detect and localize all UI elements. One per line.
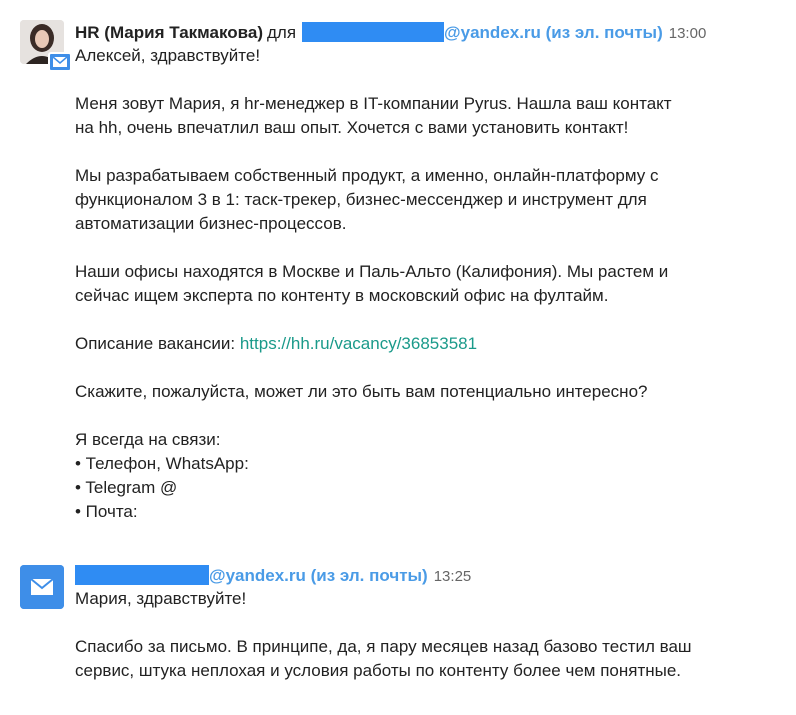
message-body: Алексей, здравствуйте! Меня зовут Мария,… (75, 44, 775, 524)
contacts-title: Я всегда на связи: (75, 430, 221, 449)
body-line: Спасибо за письмо. В принципе, да, я пар… (75, 637, 692, 656)
vacancy-link[interactable]: https://hh.ru/vacancy/36853581 (240, 334, 477, 353)
sender-name[interactable]: HR (Мария Такмакова) (75, 23, 263, 42)
body-line: Наши офисы находятся в Москве и Паль-Аль… (75, 262, 669, 281)
body-line: на hh, очень впечатлил ваш опыт. Хочется… (75, 118, 629, 137)
message-header: @yandex.ru (из эл. почты) 13:25 (75, 565, 471, 588)
message-header: HR (Мария Такмакова) для @yandex.ru (из эл… (75, 22, 706, 45)
recipient-prefix: для (266, 23, 297, 42)
body-line: Меня зовут Мария, я hr-менеджер в IT-ком… (75, 94, 672, 113)
redacted-email-block (302, 22, 445, 42)
body-line: функционалом 3 в 1: таск-трекер, бизнес-… (75, 190, 647, 209)
body-line: сервис, штука неплохая и условия работы … (75, 661, 682, 680)
body-line: автоматизации бизнес-процессов. (75, 214, 347, 233)
greeting-text: Мария, здравствуйте! (75, 589, 247, 608)
body-line: сейчас ищем эксперта по контенту в моско… (75, 286, 609, 305)
contact-email: • Почта: (75, 502, 138, 521)
message-time: 13:25 (433, 568, 472, 585)
greeting-text: Алексей, здравствуйте! (75, 46, 261, 65)
mail-icon (20, 565, 64, 609)
redacted-email-block (75, 565, 209, 585)
mail-badge-icon (48, 52, 72, 72)
contact-phone: • Телефон, WhatsApp: (75, 454, 249, 473)
message-body: Мария, здравствуйте! Спасибо за письмо. … (75, 587, 775, 683)
body-line: Мы разрабатываем собственный продукт, а … (75, 166, 659, 185)
vacancy-label: Описание вакансии: (75, 334, 240, 353)
vacancy-line: Описание вакансии: https://hh.ru/vacancy… (75, 332, 775, 356)
sender-email[interactable]: @yandex.ru (из эл. почты) (209, 566, 428, 585)
message-time: 13:00 (668, 25, 707, 42)
contact-telegram: • Telegram @ (75, 478, 178, 497)
avatar[interactable] (20, 565, 64, 609)
body-line: Скажите, пожалуйста, может ли это быть в… (75, 382, 648, 401)
recipient-email[interactable]: @yandex.ru (из эл. почты) (444, 23, 663, 42)
